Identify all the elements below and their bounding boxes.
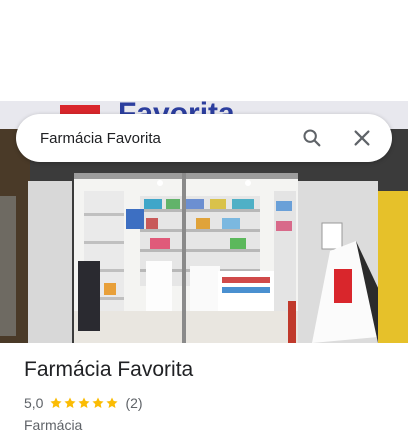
rating-stars — [49, 396, 119, 410]
close-button[interactable] — [344, 120, 380, 156]
rating-value: 5,0 — [24, 395, 44, 411]
search-button[interactable] — [294, 120, 330, 156]
star-icon — [77, 396, 91, 410]
star-icon — [91, 396, 105, 410]
star-icon — [105, 396, 119, 410]
review-count[interactable]: (2) — [125, 394, 142, 412]
rating-row[interactable]: 5,0 (2) — [24, 394, 384, 412]
search-icon — [301, 127, 323, 149]
search-bar — [16, 114, 392, 162]
place-title: Farmácia Favorita — [24, 358, 194, 381]
star-icon — [49, 396, 63, 410]
place-info: Farmácia Favorita 5,0 (2) Farmácia — [24, 356, 384, 434]
star-icon — [63, 396, 77, 410]
close-icon — [351, 127, 373, 149]
place-category: Farmácia — [24, 417, 83, 433]
search-input[interactable] — [40, 126, 294, 150]
